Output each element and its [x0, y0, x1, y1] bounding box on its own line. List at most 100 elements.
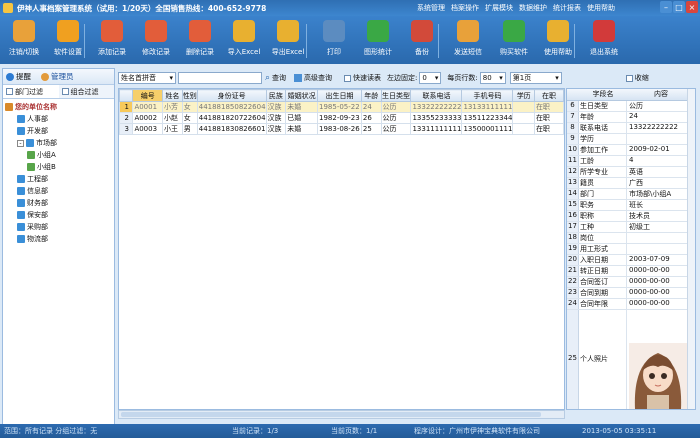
table-cell: 女: [181, 101, 198, 113]
column-header[interactable]: 学历: [512, 89, 535, 102]
detail-row[interactable]: 7 年龄 24: [567, 112, 695, 123]
records-table: 编号 姓名 性别 身份证号 民族 婚姻状况 出生日期 年龄 生日类型 联系电话 手机号码 学历 在职 1…: [119, 89, 564, 135]
detail-row[interactable]: 18 岗位: [567, 233, 695, 244]
toolbar-button-3[interactable]: 修改记录: [132, 20, 180, 57]
tab-dept-checkbox[interactable]: [6, 88, 13, 95]
window-controls: – □ ×: [660, 1, 698, 13]
toolbar-button-11[interactable]: 购买软件: [490, 20, 538, 57]
detail-row[interactable]: 16 职称 技术员: [567, 211, 695, 222]
collapse-icon[interactable]: -: [17, 139, 24, 147]
detail-header-corner: [567, 89, 579, 100]
detail-row[interactable]: 15 职务 班长: [567, 200, 695, 211]
tree-node[interactable]: 开发部: [5, 125, 112, 137]
left-fix-label: 左边固定:: [387, 74, 418, 82]
tab-group-filter[interactable]: 组合过滤: [59, 85, 115, 98]
tree-node[interactable]: 保安部: [5, 209, 112, 221]
detail-row[interactable]: 21 转正日期 0000-00-00: [567, 266, 695, 277]
detail-row[interactable]: 17 工种 初级工: [567, 222, 695, 233]
horizontal-scrollbar[interactable]: [118, 410, 565, 419]
detail-row[interactable]: 23 合同到期 0000-00-00: [567, 288, 695, 299]
detail-field-name: 岗位: [579, 233, 627, 243]
per-page-select[interactable]: 80 ▾: [479, 72, 506, 84]
detail-row[interactable]: 11 工龄 4: [567, 156, 695, 167]
toolbar-button-4[interactable]: 删除记录: [176, 20, 224, 57]
detail-row[interactable]: 6 生日类型 公历: [567, 101, 695, 112]
detail-panel: 字段名 内容 6 生日类型 公历 7 年龄 24 8 联系电话 13322222222 9 学历 10…: [566, 88, 696, 410]
toolbar-button-8[interactable]: 图形统计: [354, 20, 402, 57]
tree-node[interactable]: 财务部: [5, 197, 112, 209]
column-header[interactable]: [119, 89, 134, 102]
column-header[interactable]: 在职: [533, 89, 564, 102]
column-header[interactable]: 姓名: [162, 89, 183, 102]
tree-node[interactable]: 信息部: [5, 185, 112, 197]
column-header[interactable]: 性别: [181, 89, 198, 102]
column-header[interactable]: 手机号码: [461, 89, 514, 102]
tree-node[interactable]: 采购部: [5, 221, 112, 233]
menu-archive[interactable]: 档案操作: [451, 3, 479, 13]
table-cell: 1: [119, 101, 134, 113]
detail-row[interactable]: 24 合同年限 0000-00-00: [567, 299, 695, 310]
tree-node[interactable]: 物流部: [5, 233, 112, 245]
quick-table-checkbox[interactable]: [344, 74, 352, 82]
detail-row[interactable]: 13 籍贯 广西: [567, 178, 695, 189]
tree-node[interactable]: 人事部: [5, 113, 112, 125]
detail-row[interactable]: 22 合同签订 0000-00-00: [567, 277, 695, 288]
column-header[interactable]: 出生日期: [317, 89, 362, 102]
tree-node[interactable]: 您的单位名称: [5, 101, 112, 113]
column-header[interactable]: 年龄: [360, 89, 382, 102]
detail-row[interactable]: 10 参加工作 2009-02-01: [567, 145, 695, 156]
toolbar-button-5[interactable]: 导入Excel: [220, 20, 268, 57]
minimize-icon[interactable]: –: [660, 1, 672, 13]
collapse-checkbox[interactable]: [625, 74, 633, 82]
column-header[interactable]: 身份证号: [196, 89, 267, 102]
toolbar-button-6[interactable]: 导出Excel: [264, 20, 312, 57]
query-button[interactable]: 查询: [272, 73, 286, 83]
tab-dept-filter[interactable]: 部门过滤: [3, 85, 59, 98]
table-cell: 13500001111: [461, 123, 514, 135]
admin-button[interactable]: 管理员: [41, 71, 74, 82]
page-select[interactable]: 第1页 ▾: [509, 72, 562, 84]
table-row[interactable]: 1 A0001 小芳女 441881850822604 汉族 未婚 1985-05-22 24…: [119, 101, 564, 113]
column-header[interactable]: 生日类型: [380, 89, 412, 102]
toolbar-button-7[interactable]: 打印: [310, 20, 358, 57]
close-icon[interactable]: ×: [686, 1, 698, 13]
toolbar-button-2[interactable]: 添加记录: [88, 20, 136, 57]
column-header[interactable]: 民族: [265, 89, 287, 102]
toolbar-button-13[interactable]: 退出系统: [580, 20, 628, 57]
toolbar-button-10[interactable]: 发送短信: [444, 20, 492, 57]
tab-group-checkbox[interactable]: [61, 88, 69, 95]
search-icon[interactable]: ⌕: [265, 73, 270, 83]
personal-photo: [629, 343, 687, 409]
menu-extend[interactable]: 扩展模块: [485, 3, 513, 13]
table-row[interactable]: 2 A0002 小赵女 441881820722604 汉族 已婚 1982-09-23 26…: [119, 112, 564, 124]
toolbar-button-0[interactable]: 注销/切换: [0, 20, 48, 57]
maximize-icon[interactable]: □: [673, 1, 685, 13]
advanced-query-button[interactable]: 高级查询: [304, 73, 332, 83]
folder-icon: [26, 139, 34, 147]
column-header[interactable]: 编号: [132, 89, 164, 102]
search-input[interactable]: [178, 72, 262, 84]
search-field-select[interactable]: 姓名首拼音 ▾: [118, 72, 176, 84]
left-fix-select[interactable]: 0 ▾: [419, 72, 442, 84]
admin-label: 管理员: [51, 72, 74, 81]
detail-row[interactable]: 14 部门 市场部\小组A: [567, 189, 695, 200]
detail-row[interactable]: 8 联系电话 13322222222: [567, 123, 695, 134]
tree-node[interactable]: 小组B: [5, 161, 112, 173]
detail-row[interactable]: 9 学历: [567, 134, 695, 145]
detail-row[interactable]: 19 用工形式: [567, 244, 695, 255]
tree-node[interactable]: 工程部: [5, 173, 112, 185]
column-header[interactable]: 婚姻状况: [285, 89, 319, 102]
menu-report[interactable]: 统计报表: [553, 3, 581, 13]
scroll-thumb[interactable]: [121, 412, 541, 417]
menu-system[interactable]: 系统管理: [417, 3, 445, 13]
detail-row[interactable]: 20 入职日期 2003-07-09: [567, 255, 695, 266]
detail-row[interactable]: 12 所学专业 英语: [567, 167, 695, 178]
remind-button[interactable]: 提醒: [6, 71, 31, 82]
menu-help[interactable]: 使用帮助: [587, 3, 615, 13]
tree-node[interactable]: - 市场部: [5, 137, 112, 149]
tree-node[interactable]: 小组A: [5, 149, 112, 161]
detail-vertical-scrollbar[interactable]: [687, 89, 695, 409]
column-header[interactable]: 联系电话: [410, 89, 463, 102]
table-row[interactable]: 3 A0003 小王男 441881830826601 汉族 未婚 1983-08-26 25…: [119, 123, 564, 135]
menu-data[interactable]: 数据维护: [519, 3, 547, 13]
